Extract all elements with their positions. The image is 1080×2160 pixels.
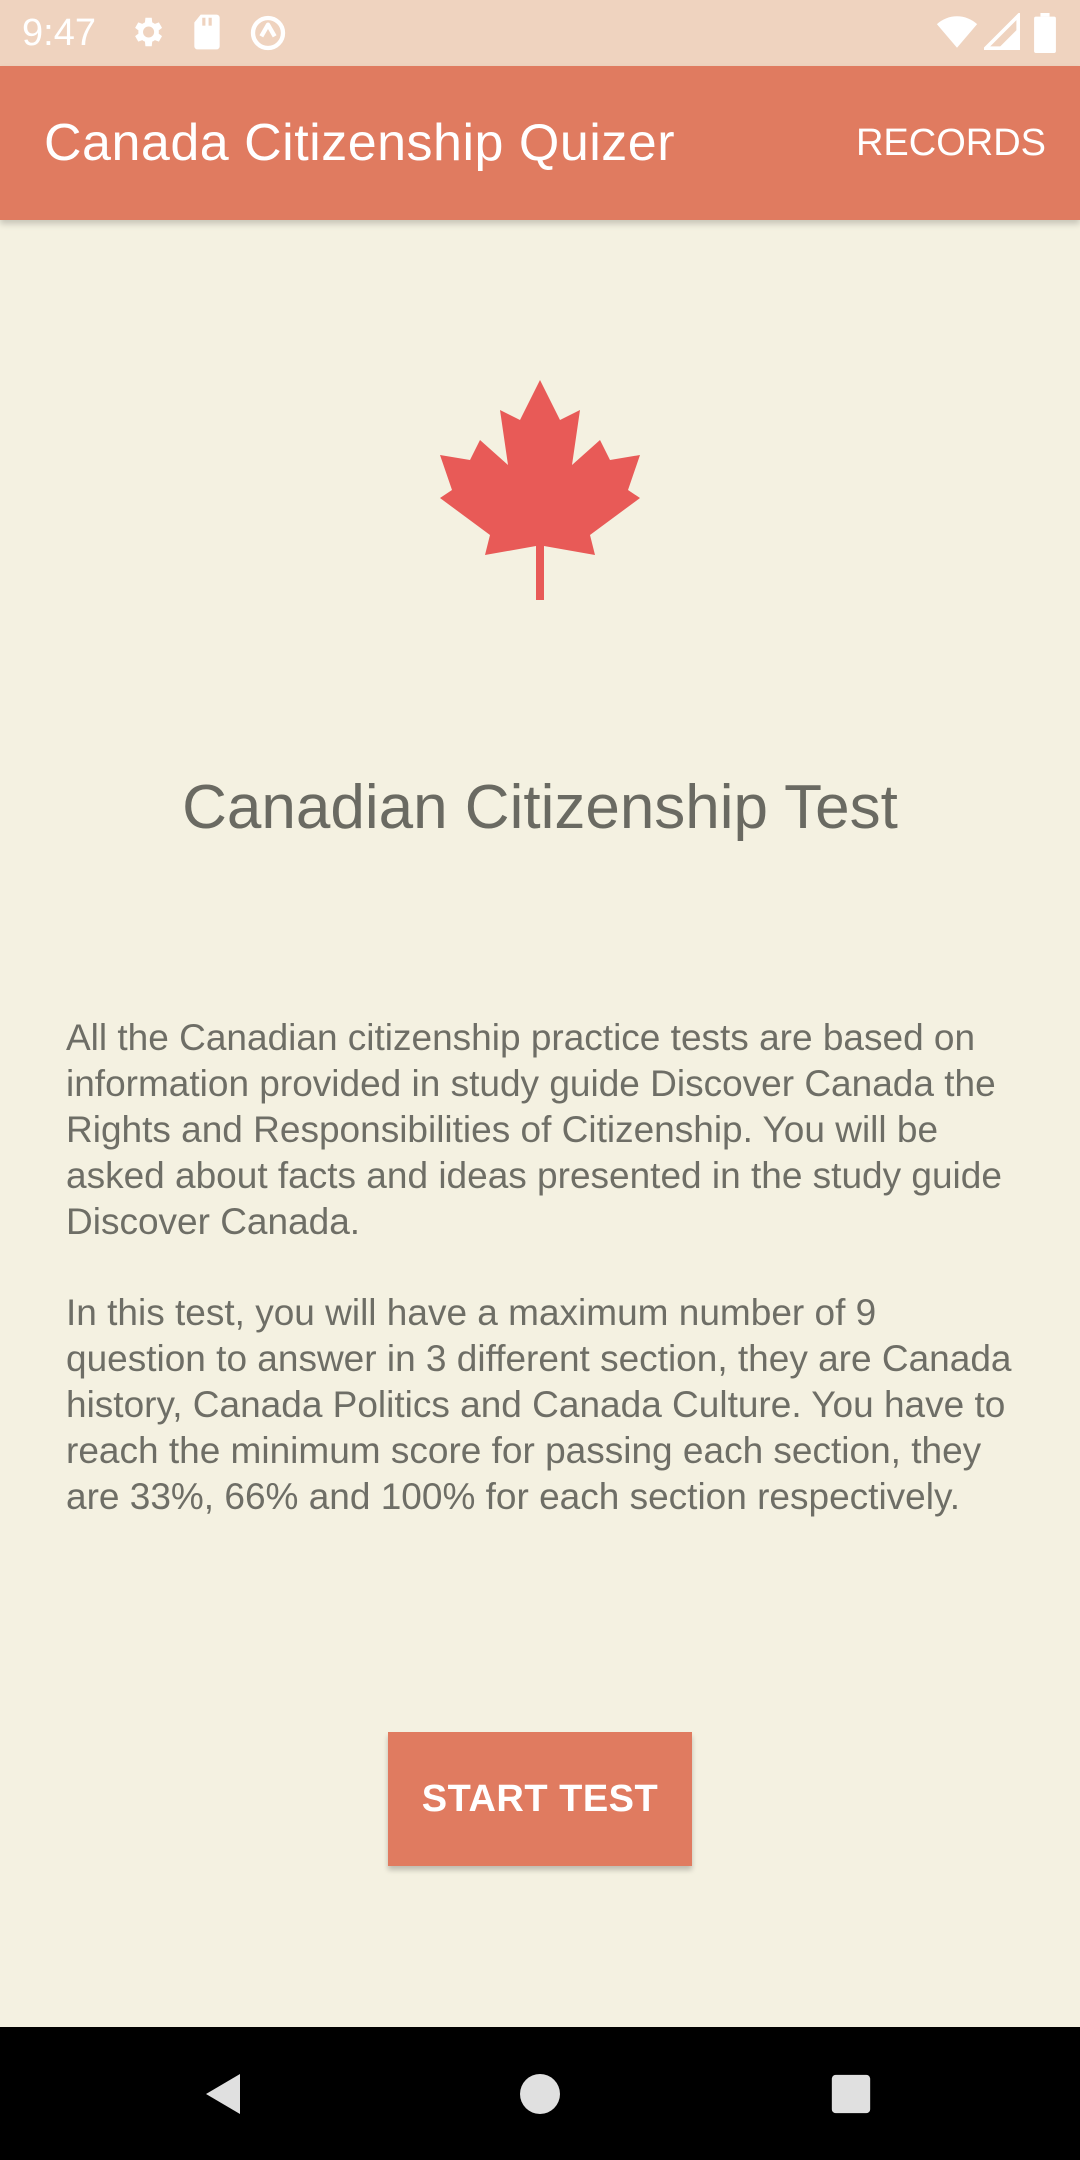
description: All the Canadian citizenship practice te… [66, 1015, 1016, 1520]
app-bar: Canada Citizenship Quizer RECORDS [0, 66, 1080, 220]
start-test-button[interactable]: START TEST [388, 1732, 692, 1866]
page-title: Canadian Citizenship Test [182, 773, 898, 842]
sync-icon [248, 13, 288, 58]
status-time: 9:47 [22, 12, 96, 54]
records-button[interactable]: RECORDS [856, 118, 1046, 168]
maple-leaf-icon [438, 380, 642, 605]
description-paragraph: In this test, you will have a maximum nu… [66, 1292, 1012, 1517]
recents-icon[interactable] [828, 2069, 874, 2124]
wifi-icon [936, 13, 978, 56]
signal-icon [981, 11, 1020, 56]
home-icon[interactable] [516, 2069, 564, 2124]
gear-icon [128, 13, 166, 56]
status-bar: 9:47 [0, 0, 1080, 66]
battery-icon [1034, 13, 1056, 58]
back-icon[interactable] [200, 2069, 248, 2124]
app-title: Canada Citizenship Quizer [44, 114, 676, 172]
description-paragraph: All the Canadian citizenship practice te… [66, 1017, 1002, 1242]
navigation-bar [0, 2027, 1080, 2160]
sd-card-icon [190, 13, 224, 56]
